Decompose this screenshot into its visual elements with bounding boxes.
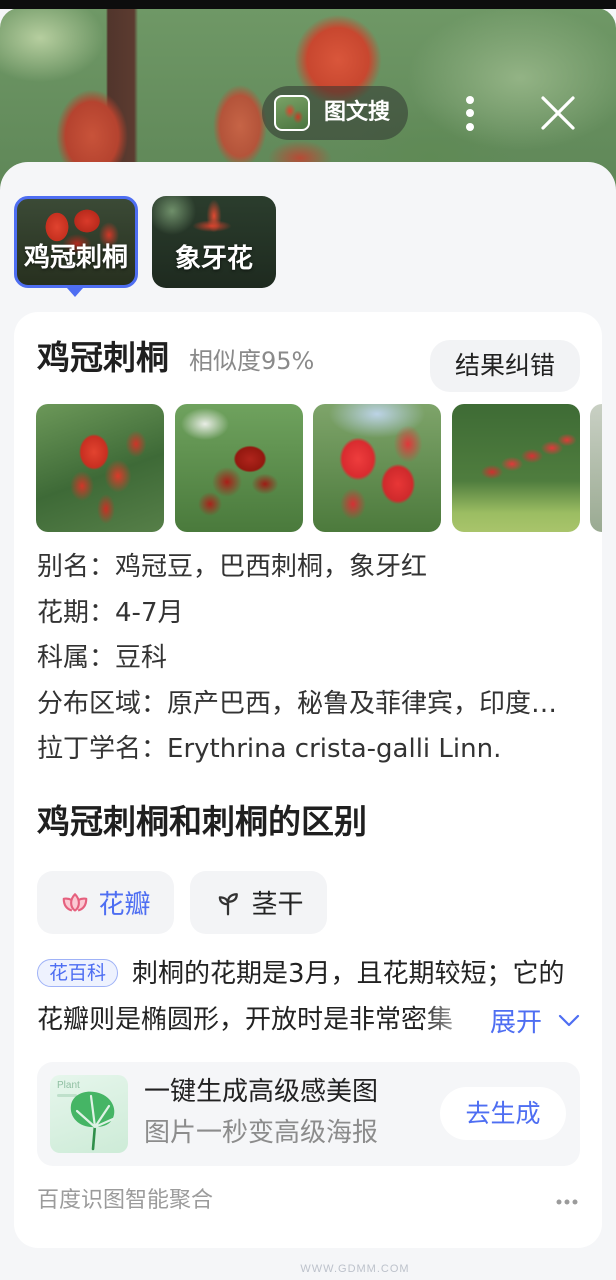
info-label: 分布区域： <box>37 688 168 719</box>
image-text-search-label: 图文搜 <box>324 100 391 125</box>
similarity-score: 相似度95% <box>189 347 315 375</box>
plant-photo-strip[interactable] <box>36 404 602 532</box>
tab-petal-label: 花瓣 <box>98 890 151 920</box>
candidate-label: 鸡冠刺桐 <box>23 243 128 273</box>
plant-photo[interactable] <box>313 404 441 532</box>
plant-info-list: 别名：鸡冠豆，巴西刺桐，象牙红 花期：4-7月 科属：豆科 分布区域：原产巴西，… <box>37 545 580 773</box>
promo-subtitle: 图片一秒变高级海报 <box>144 1118 379 1148</box>
tab-stem[interactable]: 茎干 <box>190 871 327 934</box>
info-value: 鸡冠豆，巴西刺桐，象牙红 <box>115 552 428 582</box>
plant-poster-caption: Plant <box>57 1080 80 1091</box>
plant-photo[interactable] <box>36 404 164 532</box>
info-label: 花期： <box>37 597 116 628</box>
result-title: 鸡冠刺桐 <box>37 338 169 377</box>
info-row-distribution: 分布区域：原产巴西，秘鲁及菲律宾，印度… <box>37 682 580 728</box>
sprout-icon <box>219 892 239 915</box>
comparison-title: 鸡冠刺桐和刺桐的区别 <box>37 802 367 841</box>
more-vertical-icon[interactable] <box>464 94 476 132</box>
chevron-down-icon <box>558 1014 580 1026</box>
query-image-thumbnail <box>274 95 310 131</box>
expand-button[interactable]: 展开 <box>419 997 580 1043</box>
result-card: 鸡冠刺桐 相似度95% 结果纠错 别名：鸡冠豆，巴西刺桐，象牙红 花期：4-7月… <box>14 312 602 1248</box>
source-badge: 花百科 <box>37 958 119 987</box>
plant-photo[interactable] <box>590 404 602 532</box>
info-label: 别名： <box>37 552 116 582</box>
candidate-card-selected[interactable]: 鸡冠刺桐 <box>14 196 138 288</box>
screen: 图文搜 鸡冠刺桐 象牙花 鸡冠刺桐 相似度95% 结果纠错 别名：鸡冠豆，巴西刺… <box>0 0 616 1280</box>
image-text-search-button[interactable]: 图文搜 <box>262 86 408 140</box>
tab-stem-label: 茎干 <box>251 890 304 920</box>
info-row-latin-name: 拉丁学名：Erythrina crista-galli Linn. <box>37 727 580 773</box>
status-strip <box>0 0 616 9</box>
candidate-label: 象牙花 <box>174 244 253 274</box>
watermark: WWW.GDMM.COM <box>300 1263 410 1275</box>
info-row-alias: 别名：鸡冠豆，巴西刺桐，象牙红 <box>37 545 580 591</box>
source-attribution: 百度识图智能聚合 <box>37 1188 214 1213</box>
flower-icon <box>63 892 88 912</box>
plant-photo[interactable] <box>174 404 303 532</box>
candidate-card[interactable]: 象牙花 <box>152 196 276 288</box>
selected-candidate-pointer <box>67 288 83 297</box>
result-feedback-button[interactable]: 结果纠错 <box>430 340 580 392</box>
close-icon[interactable] <box>540 95 576 131</box>
info-value: 原产巴西，秘鲁及菲律宾，印度… <box>167 688 558 719</box>
info-row-family: 科属：豆科 <box>37 636 580 682</box>
expand-label: 展开 <box>489 1007 542 1038</box>
plant-photo[interactable] <box>451 404 580 532</box>
poster-promo-card[interactable]: Plant 一键生成高级感美图 图片一秒变高级海报 去生成 <box>37 1062 580 1166</box>
promo-title: 一键生成高级感美图 <box>144 1077 379 1107</box>
generate-button[interactable]: 去生成 <box>440 1087 566 1140</box>
comparison-excerpt: 花百科 刺桐的花期是3月，且花期较短；它的花瓣则是椭圆形，开放时是非常密集 展开 <box>37 951 580 1043</box>
info-value: 4-7月 <box>115 597 184 628</box>
info-value: 豆科 <box>115 643 168 673</box>
info-row-flowering: 花期：4-7月 <box>37 591 580 637</box>
result-header: 鸡冠刺桐 相似度95% <box>37 338 314 378</box>
info-label: 科属： <box>37 643 116 673</box>
info-label: 拉丁学名： <box>37 734 168 764</box>
plant-poster-icon: Plant <box>50 1075 128 1153</box>
more-horizontal-icon[interactable] <box>556 1198 578 1206</box>
info-value: Erythrina crista-galli Linn. <box>167 734 502 764</box>
tab-petal[interactable]: 花瓣 <box>37 871 174 934</box>
